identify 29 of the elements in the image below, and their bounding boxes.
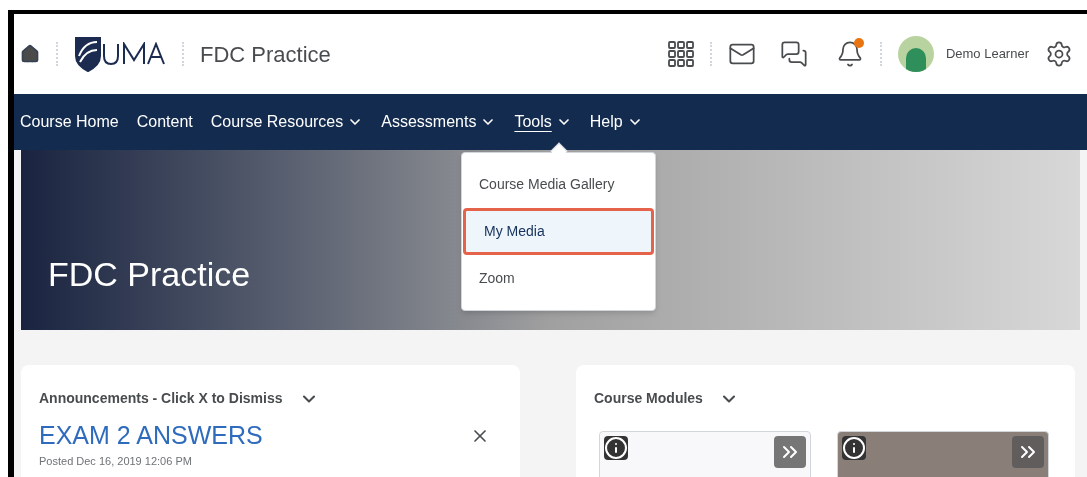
nav-link[interactable]: Help — [589, 110, 643, 134]
posted-date: Posted Dec 16, 2019 12:06 PM — [39, 454, 193, 469]
course-title[interactable]: FDC Practice — [200, 37, 331, 71]
banner-title: FDC Practice — [48, 254, 251, 295]
home-icon[interactable] — [20, 44, 40, 64]
info-icon[interactable] — [842, 436, 866, 460]
chat-icon[interactable] — [779, 40, 808, 68]
logo-wordmark-icon — [102, 42, 166, 66]
widget-title: Announcements - Click X to Dismiss — [39, 389, 283, 408]
fast-forward-icon[interactable] — [1012, 436, 1044, 468]
fast-forward-icon[interactable] — [774, 436, 806, 468]
nav-link[interactable]: Course Resources — [210, 110, 364, 134]
menu-item[interactable]: Zoom — [463, 258, 654, 299]
nav-link[interactable]: Course Home — [20, 110, 119, 134]
photo-placeholder[interactable] — [837, 431, 1049, 477]
app-grid-icon[interactable] — [667, 41, 694, 67]
avatar[interactable] — [897, 36, 934, 72]
nav-link[interactable]: Assessments — [381, 110, 497, 134]
announcement-title-link[interactable]: EXAM 2 ANSWERS — [39, 417, 263, 455]
nav-link[interactable]: Content — [136, 110, 193, 134]
nav-link[interactable]: Tools — [514, 110, 572, 134]
settings-icon[interactable] — [1045, 40, 1073, 68]
widget-title: Course Modules — [594, 389, 703, 408]
user-name[interactable]: Demo Learner — [945, 44, 1029, 64]
menu-item[interactable]: My Media — [463, 208, 654, 255]
info-icon[interactable] — [604, 436, 628, 460]
shield-logo-icon[interactable] — [74, 36, 102, 72]
menu-item[interactable]: Course Media Gallery — [463, 164, 654, 205]
logo-thumbnail[interactable] — [599, 431, 811, 477]
